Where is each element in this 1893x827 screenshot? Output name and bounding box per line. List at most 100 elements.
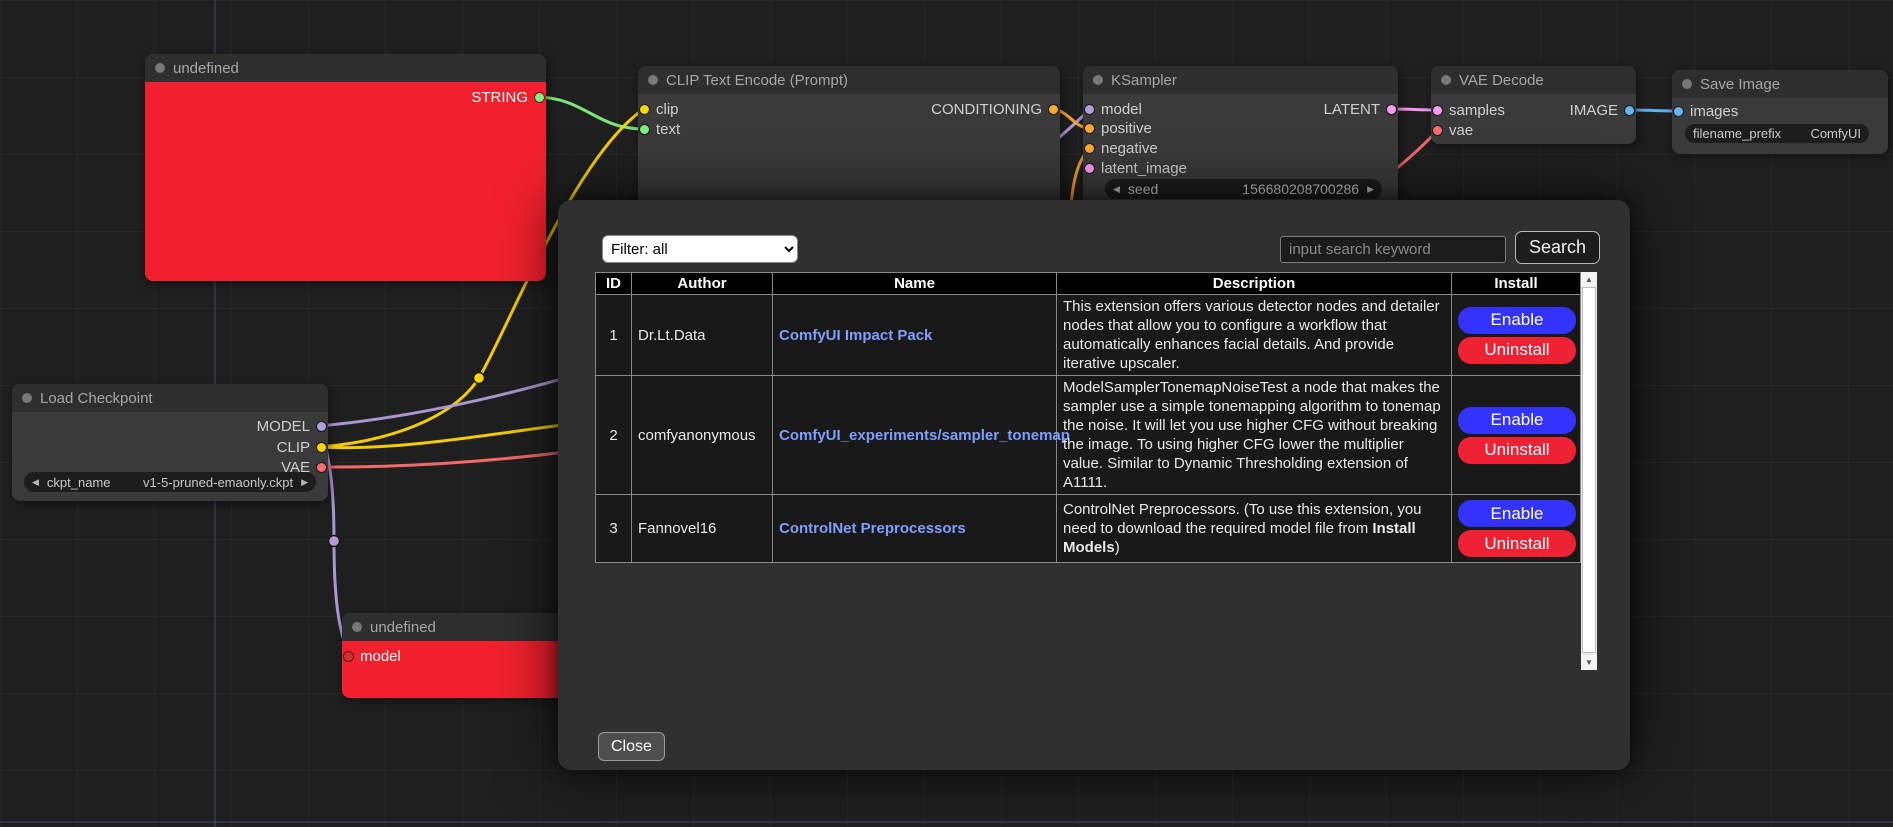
node-titlebar[interactable]: undefined — [145, 54, 546, 82]
extension-name-cell: ComfyUI Impact Pack — [773, 295, 1057, 376]
output-slot-string: STRING — [471, 88, 544, 106]
header-install: Install — [1452, 273, 1581, 295]
node-titlebar[interactable]: Save Image — [1672, 70, 1888, 98]
extension-id: 1 — [596, 295, 632, 376]
collapse-dot[interactable] — [22, 393, 32, 403]
close-button[interactable]: Close — [598, 732, 665, 761]
header-author: Author — [632, 273, 773, 295]
output-dot-latent[interactable] — [1387, 105, 1396, 114]
seed-widget[interactable]: ◀ seed 156680208700286 ▶ — [1105, 179, 1382, 199]
extension-id: 3 — [596, 495, 632, 563]
input-slot-model: model — [1085, 100, 1142, 118]
input-dot-images[interactable] — [1674, 107, 1683, 116]
collapse-dot[interactable] — [1682, 79, 1692, 89]
ckpt-name-widget[interactable]: ◀ ckpt_name v1-5-pruned-emaonly.ckpt ▶ — [24, 472, 316, 492]
node-ksampler[interactable]: KSampler model positive negative latent_… — [1083, 66, 1398, 206]
header-name: Name — [773, 273, 1057, 295]
node-titlebar[interactable]: Load Checkpoint — [12, 384, 328, 412]
input-slot-positive: positive — [1085, 119, 1152, 137]
filter-select[interactable]: Filter: all — [602, 235, 798, 263]
enable-button[interactable]: Enable — [1458, 500, 1576, 527]
input-slot-samples: samples — [1433, 101, 1505, 119]
node-titlebar[interactable]: VAE Decode — [1431, 66, 1636, 94]
input-dot-latent-image[interactable] — [1085, 164, 1094, 173]
extension-link[interactable]: ComfyUI_experiments/sampler_tonemap — [779, 427, 1070, 444]
table-scrollbar[interactable]: ▲ ▼ — [1581, 272, 1597, 670]
scroll-down-icon[interactable]: ▼ — [1581, 655, 1597, 670]
enable-button[interactable]: Enable — [1458, 307, 1576, 334]
input-dot-positive[interactable] — [1085, 124, 1094, 133]
collapse-dot[interactable] — [155, 63, 165, 73]
output-dot-image[interactable] — [1625, 106, 1634, 115]
reroute-dot-clip — [474, 373, 485, 384]
next-arrow-icon[interactable]: ▶ — [301, 477, 308, 488]
node-undefined-bottom[interactable]: undefined model — [342, 613, 568, 698]
extension-link[interactable]: ControlNet Preprocessors — [779, 520, 966, 537]
extension-description: ControlNet Preprocessors. (To use this e… — [1057, 495, 1452, 563]
input-slot-vae: vae — [1433, 121, 1473, 139]
increment-arrow-icon[interactable]: ▶ — [1367, 184, 1374, 195]
collapse-dot[interactable] — [352, 622, 362, 632]
input-dot-clip[interactable] — [640, 105, 649, 114]
scroll-up-icon[interactable]: ▲ — [1581, 272, 1597, 287]
node-title: VAE Decode — [1459, 72, 1544, 89]
input-slot-latent-image: latent_image — [1085, 159, 1187, 177]
input-slot-clip: clip — [640, 100, 679, 118]
output-dot-vae[interactable] — [317, 463, 326, 472]
prev-arrow-icon[interactable]: ◀ — [32, 477, 39, 488]
output-dot-model[interactable] — [317, 422, 326, 431]
search-button[interactable]: Search — [1515, 231, 1600, 264]
node-save-image[interactable]: Save Image images filename_prefix ComfyU… — [1672, 70, 1888, 154]
extension-install-cell: Enable Uninstall — [1452, 295, 1581, 376]
input-dot-vae[interactable] — [1433, 126, 1442, 135]
output-dot-string[interactable] — [535, 93, 544, 102]
output-slot-conditioning: CONDITIONING — [931, 100, 1058, 118]
extension-author: comfyanonymous — [632, 376, 773, 495]
output-dot-clip[interactable] — [317, 443, 326, 452]
extension-row: 2comfyanonymous ComfyUI_experiments/sampl… — [596, 376, 1581, 495]
uninstall-button[interactable]: Uninstall — [1458, 530, 1576, 557]
uninstall-button[interactable]: Uninstall — [1458, 337, 1576, 364]
input-dot-text[interactable] — [640, 125, 649, 134]
input-slot-negative: negative — [1085, 139, 1158, 157]
extensions-table-body: 1Dr.Lt.DataComfyUI Impact PackThis exten… — [596, 295, 1581, 563]
input-slot-text: text — [640, 120, 680, 138]
input-dot-negative[interactable] — [1085, 144, 1094, 153]
node-titlebar[interactable]: KSampler — [1083, 66, 1398, 94]
output-slot-clip: CLIP — [277, 438, 326, 456]
extensions-table: ID Author Name Description Install 1Dr.L… — [595, 272, 1581, 563]
output-slot-latent: LATENT — [1324, 100, 1396, 118]
extension-link[interactable]: ComfyUI Impact Pack — [779, 327, 932, 344]
extension-install-cell: Enable Uninstall — [1452, 495, 1581, 563]
extensions-table-container: ID Author Name Description Install 1Dr.L… — [595, 272, 1597, 670]
output-dot-conditioning[interactable] — [1049, 105, 1058, 114]
node-titlebar[interactable]: undefined — [342, 613, 568, 641]
collapse-dot[interactable] — [1093, 75, 1103, 85]
output-slot-model: MODEL — [257, 417, 326, 435]
enable-button[interactable]: Enable — [1458, 407, 1576, 434]
custom-nodes-manager-dialog: Filter: all Search ID Author Name Descri… — [558, 200, 1630, 770]
collapse-dot[interactable] — [1441, 75, 1451, 85]
node-titlebar[interactable]: CLIP Text Encode (Prompt) — [638, 66, 1060, 94]
collapse-dot[interactable] — [648, 75, 658, 85]
node-load-checkpoint[interactable]: Load Checkpoint MODEL CLIP VAE ◀ ckpt_na… — [12, 384, 328, 501]
decrement-arrow-icon[interactable]: ◀ — [1113, 184, 1120, 195]
extension-row: 3Fannovel16ControlNet PreprocessorsContr… — [596, 495, 1581, 563]
node-title: CLIP Text Encode (Prompt) — [666, 72, 848, 89]
node-vae-decode[interactable]: VAE Decode samples vae IMAGE — [1431, 66, 1636, 144]
input-dot-model[interactable] — [344, 652, 353, 661]
canvas-axis-horizontal — [0, 821, 1893, 823]
node-undefined-top[interactable]: undefined STRING — [145, 54, 546, 281]
input-dot-model[interactable] — [1085, 105, 1094, 114]
extension-row: 1Dr.Lt.DataComfyUI Impact PackThis exten… — [596, 295, 1581, 376]
node-body-error — [145, 82, 546, 281]
scrollbar-thumb[interactable] — [1582, 287, 1596, 653]
reroute-dot-model — [329, 536, 340, 547]
header-description: Description — [1057, 273, 1452, 295]
filename-prefix-widget[interactable]: filename_prefix ComfyUI — [1685, 124, 1869, 143]
search-input[interactable] — [1280, 236, 1506, 263]
input-dot-samples[interactable] — [1433, 106, 1442, 115]
extension-id: 2 — [596, 376, 632, 495]
header-id: ID — [596, 273, 632, 295]
uninstall-button[interactable]: Uninstall — [1458, 437, 1576, 464]
